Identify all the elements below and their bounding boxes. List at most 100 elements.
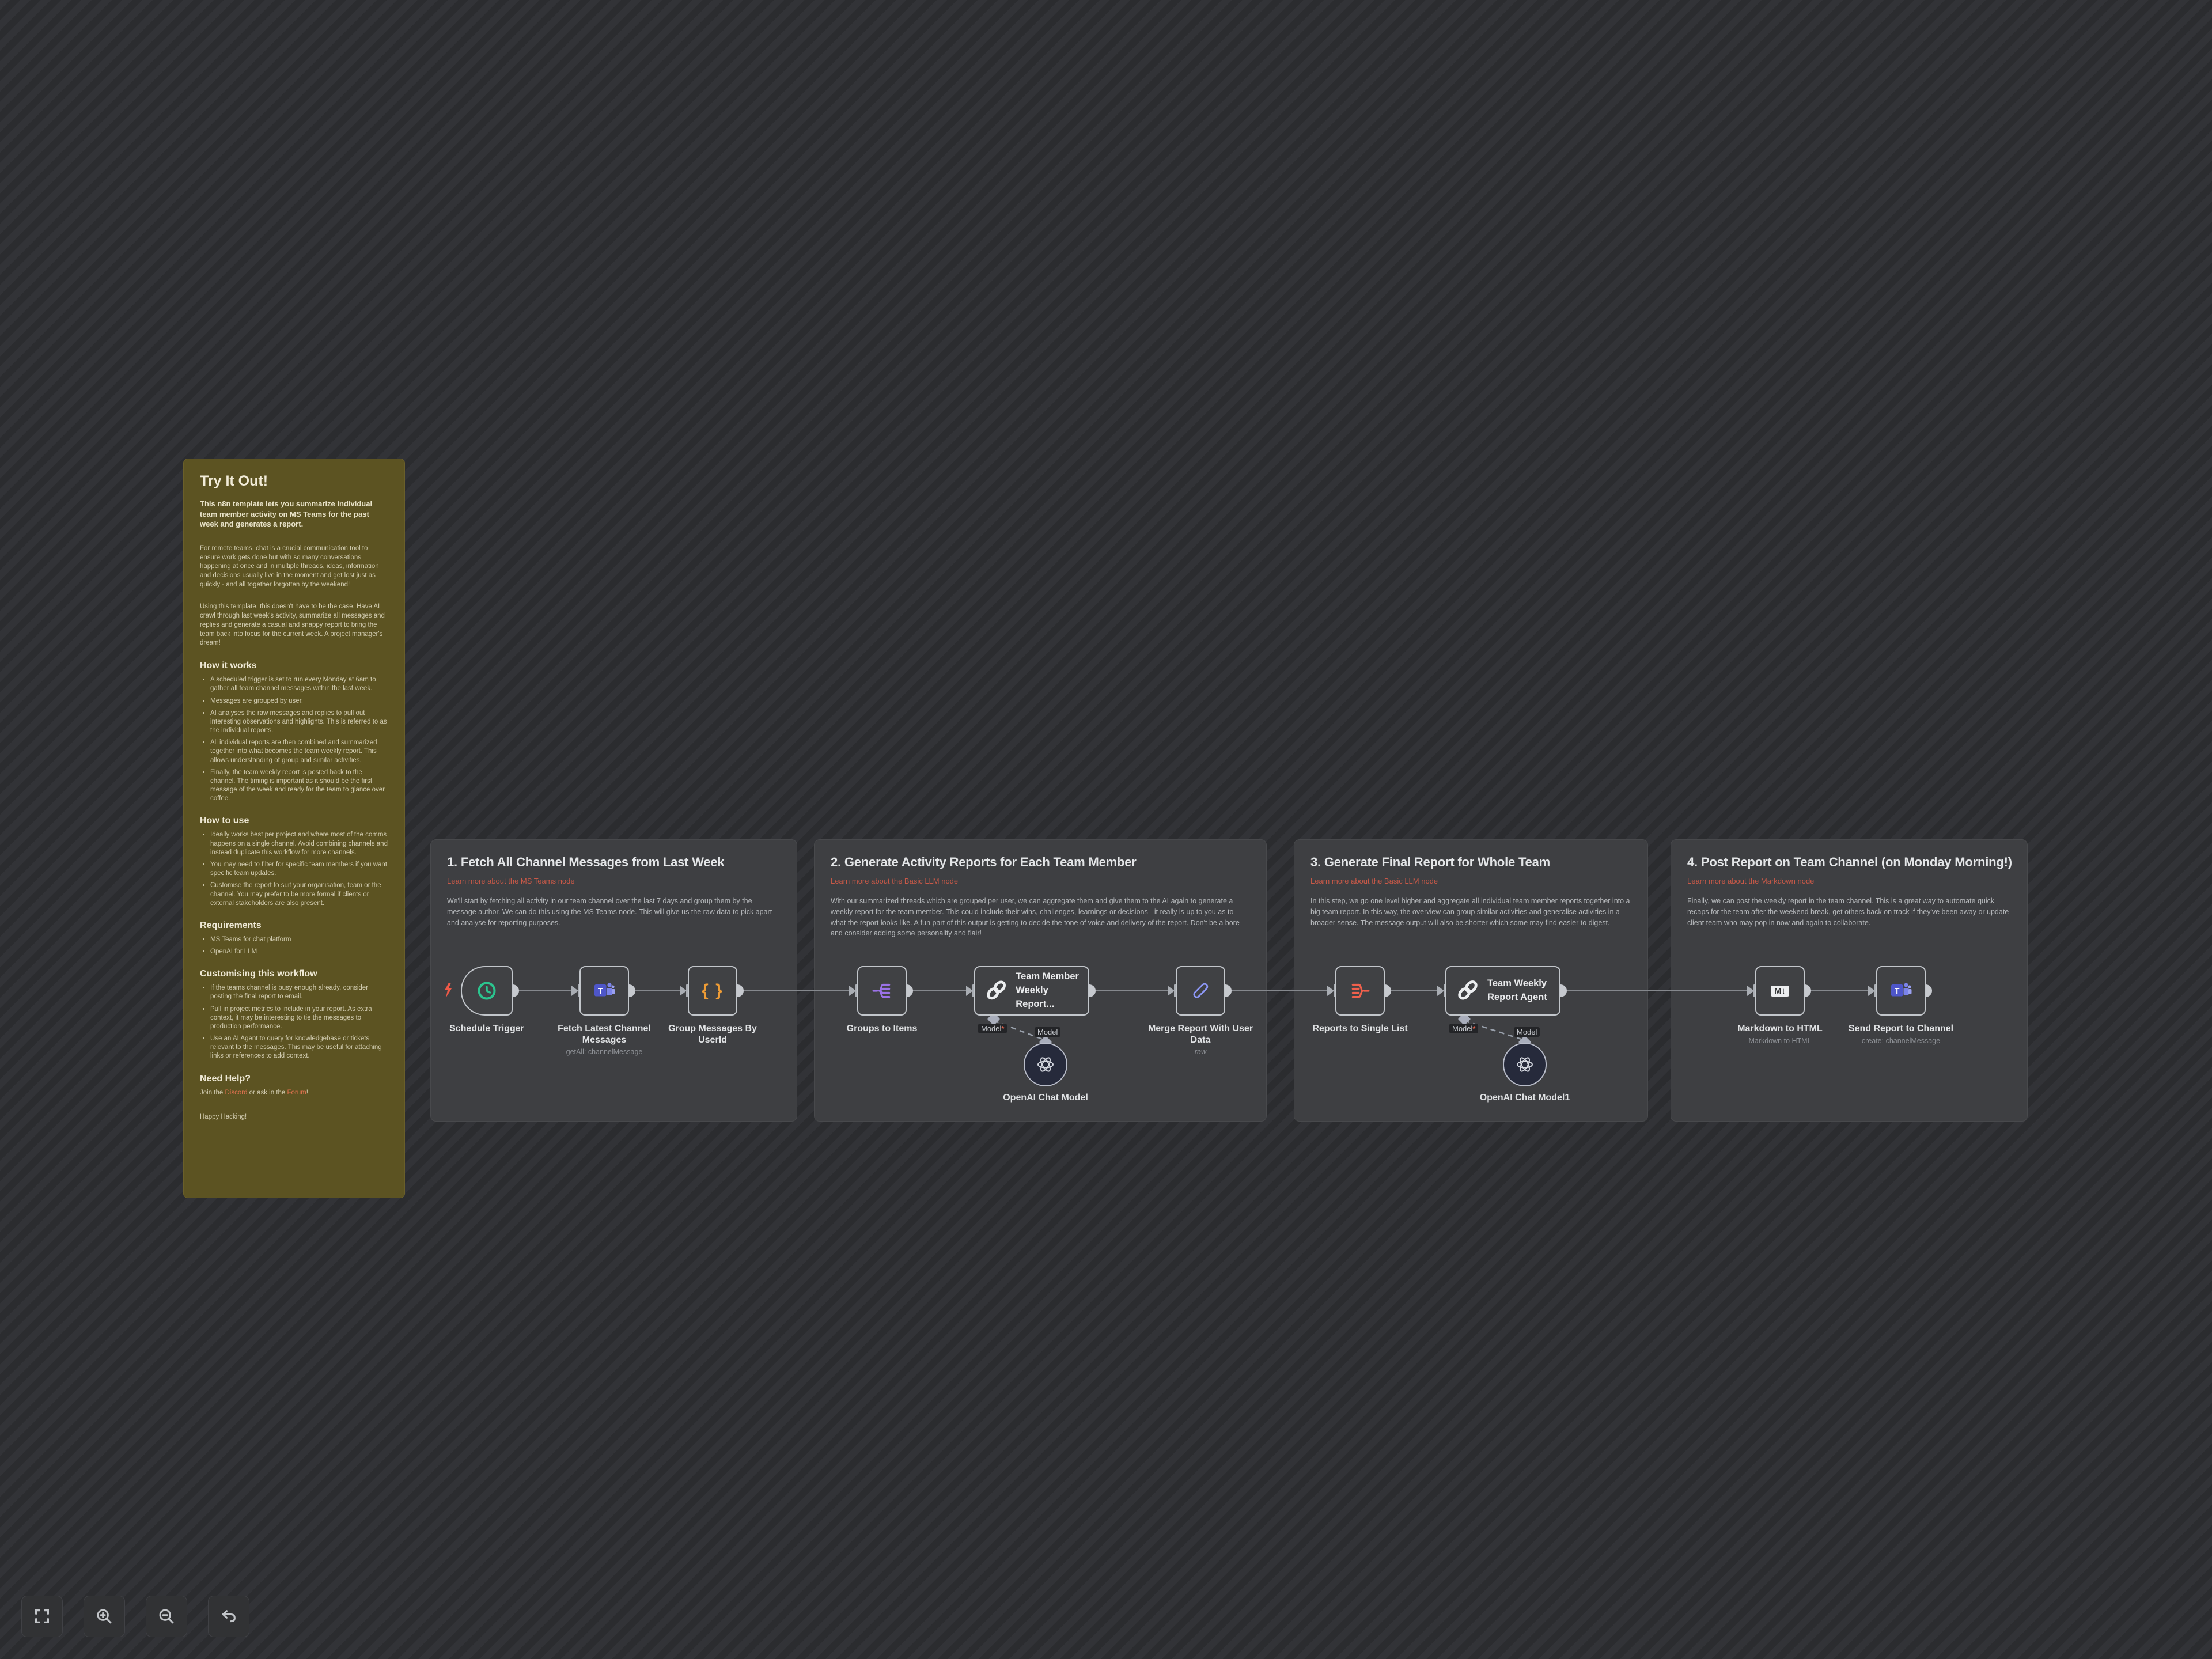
section-title: 3. Generate Final Report for Whole Team bbox=[1310, 855, 1631, 870]
sticky-section: Requirements MS Teams for chat platform … bbox=[200, 921, 388, 956]
list-item: Customise the report to suit your organi… bbox=[210, 881, 388, 908]
openai-icon bbox=[1514, 1054, 1535, 1075]
list-item: MS Teams for chat platform bbox=[210, 935, 388, 944]
learn-more-link[interactable]: Learn more about the Basic LLM node bbox=[1310, 877, 1631, 885]
node-label: Merge Report With User Data raw bbox=[1131, 1023, 1270, 1056]
sticky-note-try-it-out[interactable]: Try It Out! This n8n template lets you s… bbox=[183, 459, 405, 1198]
learn-more-link[interactable]: Learn more about the MS Teams node bbox=[447, 877, 781, 885]
section-title: 2. Generate Activity Reports for Each Te… bbox=[831, 855, 1250, 870]
learn-more-link[interactable]: Learn more about the Basic LLM node bbox=[831, 877, 1250, 885]
model-port-label: Model* bbox=[978, 1024, 1007, 1033]
llm-chain-icon bbox=[1456, 979, 1480, 1003]
code-icon: { } bbox=[702, 981, 724, 1001]
learn-more-link[interactable]: Learn more about the Markdown node bbox=[1687, 877, 2011, 885]
node-send-report-to-channel[interactable]: T bbox=[1876, 966, 1926, 1016]
node-sublabel: create: channelMessage bbox=[1832, 1037, 1970, 1046]
model-label-text: Model bbox=[1037, 1028, 1058, 1036]
markdown-icon: M↓ bbox=[1771, 986, 1789, 997]
connection-line bbox=[1088, 990, 1175, 991]
connection-line bbox=[1224, 990, 1334, 991]
help-middle: or ask in the bbox=[247, 1089, 287, 1096]
connection-line bbox=[1559, 990, 1754, 991]
list-item: OpenAI for LLM bbox=[210, 948, 388, 956]
list-item: Ideally works best per project and where… bbox=[210, 831, 388, 857]
sticky-paragraph: Using this template, this doesn't have t… bbox=[200, 603, 388, 648]
sticky-section-heading: How to use bbox=[200, 816, 388, 826]
model-label-text: Model bbox=[1517, 1028, 1537, 1036]
node-openai-chat-model1[interactable] bbox=[1503, 1043, 1547, 1086]
node-reports-to-single-list[interactable] bbox=[1335, 966, 1385, 1016]
connection-line bbox=[628, 990, 687, 991]
node-label: Groups to Items bbox=[813, 1023, 951, 1035]
section-note-4[interactable]: 4. Post Report on Team Channel (on Monda… bbox=[1671, 839, 2028, 1122]
list-item: Messages are grouped by user. bbox=[210, 697, 388, 706]
label-text: Send Report to Channel bbox=[1832, 1023, 1970, 1035]
node-groups-to-items[interactable] bbox=[857, 966, 907, 1016]
required-asterisk: * bbox=[1001, 1024, 1004, 1033]
pen-icon bbox=[1190, 980, 1211, 1001]
node-inner-label: Team Weekly Report Agent bbox=[1487, 977, 1547, 1005]
connection-line bbox=[1384, 990, 1444, 991]
fit-view-button[interactable] bbox=[21, 1596, 63, 1637]
node-sublabel: Markdown to HTML bbox=[1711, 1037, 1849, 1046]
sticky-section-heading: Customising this workflow bbox=[200, 969, 388, 979]
sticky-section: Customising this workflow If the teams c… bbox=[200, 969, 388, 1060]
node-merge-report-with-user-data[interactable] bbox=[1176, 966, 1225, 1016]
label-text: OpenAI Chat Model bbox=[976, 1092, 1115, 1104]
list-item: Finally, the team weekly report is poste… bbox=[210, 768, 388, 804]
node-fetch-latest-channel-messages[interactable]: T bbox=[579, 966, 629, 1016]
node-sublabel: raw bbox=[1131, 1048, 1270, 1056]
label-text: Merge Report With User Data bbox=[1140, 1023, 1261, 1046]
zoom-out-button[interactable] bbox=[146, 1596, 187, 1637]
execute-bolt-icon bbox=[444, 982, 453, 998]
node-team-member-weekly-report-agent[interactable]: Team Member Weekly Report... bbox=[974, 966, 1089, 1016]
list-item: If the teams channel is busy enough alre… bbox=[210, 984, 388, 1001]
label-line: Team Member bbox=[1016, 970, 1088, 984]
forum-link[interactable]: Forum bbox=[287, 1089, 306, 1096]
zoom-out-icon bbox=[158, 1608, 175, 1625]
node-sublabel: getAll: channelMessage bbox=[535, 1048, 673, 1056]
split-out-icon bbox=[872, 980, 892, 1001]
discord-link[interactable]: Discord bbox=[225, 1089, 247, 1096]
node-openai-chat-model[interactable] bbox=[1024, 1043, 1067, 1086]
section-description: In this step, we go one level higher and… bbox=[1310, 896, 1631, 928]
sticky-bullet-list: Ideally works best per project and where… bbox=[200, 831, 388, 907]
node-inner-label: Team Member Weekly Report... bbox=[1016, 970, 1088, 1012]
section-title: 4. Post Report on Team Channel (on Monda… bbox=[1687, 855, 2011, 870]
sticky-bullet-list: MS Teams for chat platform OpenAI for LL… bbox=[200, 935, 388, 956]
node-label: Reports to Single List bbox=[1291, 1023, 1429, 1035]
zoom-in-button[interactable] bbox=[84, 1596, 125, 1637]
sticky-bullet-list: A scheduled trigger is set to run every … bbox=[200, 676, 388, 803]
aggregate-icon bbox=[1350, 980, 1370, 1001]
section-description: Finally, we can post the weekly report i… bbox=[1687, 896, 2011, 928]
label-text: Reports to Single List bbox=[1291, 1023, 1429, 1035]
ms-teams-icon: T bbox=[593, 980, 615, 1002]
node-group-messages-by-userid[interactable]: { } bbox=[688, 966, 737, 1016]
label-text: Group Messages By UserId bbox=[661, 1023, 764, 1046]
sticky-title: Try It Out! bbox=[200, 473, 388, 490]
teams-letter: T bbox=[1895, 986, 1900, 995]
node-label: Send Report to Channel create: channelMes… bbox=[1832, 1023, 1970, 1046]
label-text: OpenAI Chat Model1 bbox=[1456, 1092, 1594, 1104]
node-label: Group Messages By UserId bbox=[643, 1023, 782, 1046]
node-schedule-trigger[interactable] bbox=[461, 966, 513, 1016]
list-item: Pull in project metrics to include in yo… bbox=[210, 1005, 388, 1032]
node-markdown-to-html[interactable]: M↓ bbox=[1755, 966, 1805, 1016]
required-asterisk: * bbox=[1472, 1024, 1475, 1033]
section-description: We'll start by fetching all activity in … bbox=[447, 896, 781, 928]
sticky-intro: This n8n template lets you summarize ind… bbox=[200, 499, 388, 529]
connection-line bbox=[906, 990, 973, 991]
fit-view-icon bbox=[33, 1608, 51, 1625]
sticky-section: How to use Ideally works best per projec… bbox=[200, 816, 388, 907]
node-team-weekly-report-agent[interactable]: Team Weekly Report Agent bbox=[1445, 966, 1560, 1016]
model-port-label: Model bbox=[1514, 1027, 1540, 1037]
label-text: Fetch Latest Channel Messages bbox=[550, 1023, 659, 1046]
label-text: Groups to Items bbox=[813, 1023, 951, 1035]
sticky-help-heading: Need Help? bbox=[200, 1074, 388, 1084]
undo-icon bbox=[220, 1608, 237, 1625]
list-item: You may need to filter for specific team… bbox=[210, 861, 388, 878]
ms-teams-icon: T bbox=[1890, 980, 1912, 1002]
undo-button[interactable] bbox=[208, 1596, 249, 1637]
list-item: A scheduled trigger is set to run every … bbox=[210, 676, 388, 693]
help-prefix: Join the bbox=[200, 1089, 225, 1096]
